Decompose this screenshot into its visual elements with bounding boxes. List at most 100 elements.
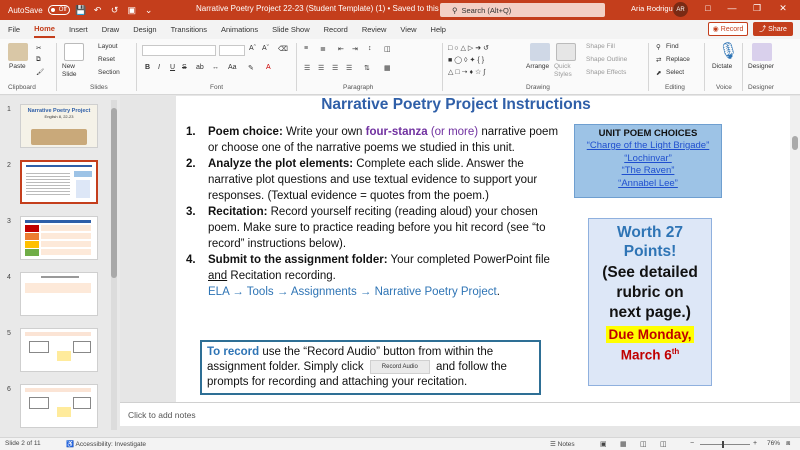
tab-draw[interactable]: Draw xyxy=(102,22,120,37)
shape-fill-button[interactable]: Shape Fill xyxy=(586,43,615,50)
tab-home[interactable]: Home xyxy=(34,21,55,38)
copy-icon[interactable]: ⧉ xyxy=(36,56,41,64)
shape-outline-button[interactable]: Shape Outline xyxy=(586,56,627,63)
ribbon-display-icon[interactable]: □ xyxy=(701,3,715,13)
tab-transitions[interactable]: Transitions xyxy=(171,22,207,37)
increase-font-icon[interactable]: Aˆ xyxy=(249,45,256,52)
align-right-icon[interactable]: ☰ xyxy=(332,64,338,72)
quick-styles-icon[interactable] xyxy=(556,43,576,61)
arrange-icon[interactable] xyxy=(530,43,550,61)
new-slide-icon[interactable] xyxy=(64,43,84,61)
increase-indent-icon[interactable]: ⇥ xyxy=(352,45,358,53)
layout-button[interactable]: Layout xyxy=(98,43,118,50)
share-button[interactable]: ⤴ Share xyxy=(753,22,793,36)
quick-styles-button[interactable]: Quick Styles xyxy=(554,63,578,79)
editor-scrollbar[interactable] xyxy=(790,96,800,402)
bullets-icon[interactable]: ≡ xyxy=(304,45,308,52)
poem-link[interactable]: “Annabel Lee” xyxy=(575,178,721,191)
tab-design[interactable]: Design xyxy=(133,22,156,37)
slide-thumbnails-pane[interactable]: 1 Narrative Poetry Project English 8, 22… xyxy=(0,96,120,437)
bold-button[interactable]: B xyxy=(145,64,150,71)
poem-link[interactable]: “The Raven” xyxy=(575,165,721,178)
accessibility-status[interactable]: ♿ Accessibility: Investigate xyxy=(66,440,146,448)
format-painter-icon[interactable]: 🖌 xyxy=(36,68,44,76)
find-button[interactable]: Find xyxy=(666,43,679,50)
reset-button[interactable]: Reset xyxy=(98,56,115,63)
maximize-icon[interactable]: ❐ xyxy=(750,3,764,14)
change-case-icon[interactable]: Aa xyxy=(228,64,237,71)
replace-button[interactable]: Replace xyxy=(666,56,690,63)
fit-to-window-icon[interactable]: ⧈ xyxy=(786,440,790,448)
shapes-gallery[interactable]: □○△▷➜↺ ■◯◊✦{} △□➝♦☆∫ xyxy=(448,43,516,79)
columns-icon[interactable]: ◫ xyxy=(384,45,391,53)
poem-choices-box[interactable]: UNIT POEM CHOICES “Charge of the Light B… xyxy=(574,124,722,198)
normal-view-icon[interactable]: ▣ xyxy=(600,440,607,448)
slideshow-view-icon[interactable]: ◫ xyxy=(660,440,667,448)
replace-icon[interactable]: ⇄ xyxy=(656,56,661,64)
tab-slide-show[interactable]: Slide Show xyxy=(272,22,310,37)
decrease-indent-icon[interactable]: ⇤ xyxy=(338,45,344,53)
font-color-icon[interactable]: A xyxy=(266,64,271,71)
zoom-out-icon[interactable]: − xyxy=(690,440,694,447)
decrease-font-icon[interactable]: Aˇ xyxy=(262,45,269,52)
tab-help[interactable]: Help xyxy=(431,22,446,37)
slide-title[interactable]: Narrative Poetry Project Instructions xyxy=(176,96,736,114)
save-icon[interactable]: 💾 xyxy=(75,5,87,16)
slide-thumbnail-2[interactable] xyxy=(20,160,98,204)
document-title[interactable]: Narrative Poetry Project 22-23 (Student … xyxy=(196,4,452,13)
paste-icon[interactable] xyxy=(8,43,28,61)
line-spacing-icon[interactable]: ↕ xyxy=(368,45,372,52)
slide-thumbnail-4[interactable] xyxy=(20,272,98,316)
slide-thumbnail-3[interactable] xyxy=(20,216,98,260)
select-icon[interactable]: ⬈ xyxy=(656,69,661,77)
scrollbar-thumb[interactable] xyxy=(792,136,798,150)
minimize-icon[interactable]: — xyxy=(725,3,739,13)
new-slide-button[interactable]: New Slide xyxy=(62,63,86,79)
numbering-icon[interactable]: ≣ xyxy=(320,45,326,53)
scrollbar-thumb[interactable] xyxy=(111,108,117,278)
zoom-level[interactable]: 76% xyxy=(767,440,780,447)
redo-icon[interactable]: ↺ xyxy=(109,5,121,16)
notes-pane[interactable]: Click to add notes xyxy=(120,402,800,426)
tab-file[interactable]: File xyxy=(8,22,20,37)
smartart-icon[interactable]: ▦ xyxy=(384,64,391,72)
microphone-icon[interactable]: 🎙 xyxy=(718,41,738,61)
text-direction-icon[interactable]: ⇅ xyxy=(364,64,370,72)
reading-view-icon[interactable]: ◫ xyxy=(640,440,647,448)
thumbnails-scrollbar[interactable] xyxy=(111,100,117,430)
poem-link[interactable]: “Charge of the Light Brigade” xyxy=(575,140,721,153)
slide-thumbnail-6[interactable] xyxy=(20,384,98,428)
tab-record[interactable]: Record xyxy=(324,22,348,37)
cut-icon[interactable]: ✂ xyxy=(36,44,41,52)
present-icon[interactable]: ▣ xyxy=(126,5,138,16)
designer-icon[interactable] xyxy=(752,43,772,61)
search-box[interactable]: ⚲ Search (Alt+Q) xyxy=(440,3,605,17)
slide-canvas[interactable]: Narrative Poetry Project Instructions 1.… xyxy=(176,96,794,402)
zoom-slider[interactable] xyxy=(700,444,750,445)
italic-button[interactable]: I xyxy=(158,64,160,71)
notes-placeholder[interactable]: Click to add notes xyxy=(128,410,196,420)
close-icon[interactable]: ✕ xyxy=(776,3,790,14)
slide-thumbnail-5[interactable] xyxy=(20,328,98,372)
select-button[interactable]: Select xyxy=(666,69,684,76)
paste-button[interactable]: Paste xyxy=(9,63,26,70)
clear-formatting-icon[interactable]: ⌫ xyxy=(278,45,288,53)
dictate-button[interactable]: Dictate xyxy=(712,63,732,70)
tab-review[interactable]: Review xyxy=(362,22,387,37)
tab-animations[interactable]: Animations xyxy=(221,22,258,37)
shape-effects-button[interactable]: Shape Effects xyxy=(586,69,626,76)
underline-button[interactable]: U xyxy=(170,64,175,71)
font-name-dropdown[interactable] xyxy=(142,45,216,56)
shadow-icon[interactable]: ab xyxy=(196,64,204,71)
record-instructions-box[interactable]: To record use the “Record Audio” button … xyxy=(200,340,541,395)
zoom-slider-handle[interactable] xyxy=(722,441,724,448)
avatar[interactable]: AR xyxy=(673,2,688,17)
strikethrough-button[interactable]: S xyxy=(182,64,187,71)
points-due-box[interactable]: Worth 27 Points! (See detailed rubric on… xyxy=(588,218,712,386)
highlight-icon[interactable]: ✎ xyxy=(248,64,254,72)
section-button[interactable]: Section xyxy=(98,69,120,76)
notes-toggle[interactable]: ☰ Notes xyxy=(550,440,575,448)
font-size-dropdown[interactable] xyxy=(219,45,245,56)
tab-insert[interactable]: Insert xyxy=(69,22,88,37)
slide-thumbnail-1[interactable]: Narrative Poetry Project English 8, 22-2… xyxy=(20,104,98,148)
